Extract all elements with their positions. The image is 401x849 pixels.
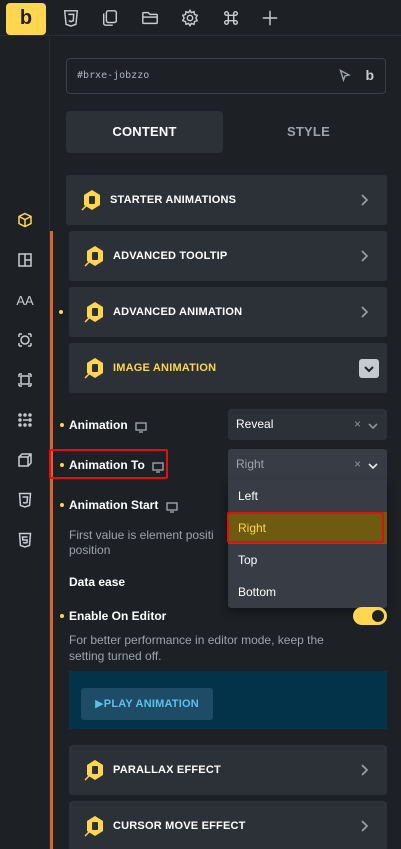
modified-indicator (60, 503, 64, 507)
element-id-field[interactable]: #brxe-jobzzo b (66, 58, 386, 94)
chevron-right-icon (357, 249, 371, 263)
section-accent-line (50, 231, 53, 849)
modified-indicator (59, 310, 63, 314)
section-starter-animations[interactable]: STARTER ANIMATIONS (66, 175, 387, 225)
option-left[interactable]: Left (228, 480, 387, 512)
animation-label: Animation (69, 418, 128, 432)
animation-start-description: First value is element positi (69, 528, 214, 542)
cube-icon[interactable] (15, 450, 35, 470)
enable-on-editor-label: Enable On Editor (69, 609, 167, 623)
section-cursor-move-effect[interactable]: CURSOR MOVE EFFECT (69, 801, 387, 849)
pages-icon[interactable] (100, 8, 120, 28)
animation-to-dropdown: Left Right Top Bottom (228, 480, 387, 608)
modified-indicator (60, 423, 64, 427)
animation-start-label: Animation Start (69, 498, 159, 512)
section-parallax-effect[interactable]: PARALLAX EFFECT (69, 745, 387, 795)
chevron-down-icon[interactable] (359, 359, 379, 378)
data-ease-label: Data ease (69, 575, 126, 589)
option-bottom[interactable]: Bottom (228, 576, 387, 608)
play-animation-button[interactable]: ▶PLAY ANIMATION (81, 688, 213, 720)
folder-icon[interactable] (140, 8, 160, 28)
animation-to-value: Right (236, 457, 265, 471)
animation-value: Reveal (236, 417, 274, 431)
enable-on-editor-description-2: setting turned off. (69, 649, 162, 663)
section-label: STARTER ANIMATIONS (110, 194, 237, 206)
tab-content[interactable]: CONTENT (66, 111, 223, 153)
enable-on-editor-toggle[interactable] (353, 607, 387, 625)
typography-icon[interactable]: AA (15, 290, 35, 310)
html5-icon[interactable] (15, 530, 35, 550)
top-toolbar: b (0, 0, 401, 36)
section-label: ADVANCED ANIMATION (113, 306, 243, 318)
select-cursor-icon[interactable] (339, 69, 351, 88)
animation-select[interactable]: Reveal × (228, 409, 387, 440)
frame-icon[interactable] (15, 370, 35, 390)
toggle-knob (372, 610, 384, 622)
element-id-text: #brxe-jobzzo (77, 70, 150, 81)
plugin-rocket-icon (84, 358, 103, 379)
typography-label: AA (16, 292, 34, 308)
grid-dots-icon[interactable] (15, 410, 35, 430)
section-label: ADVANCED TOOLTIP (113, 250, 228, 262)
plugin-rocket-icon (84, 302, 103, 323)
section-label: IMAGE ANIMATION (113, 362, 217, 374)
css3-icon[interactable] (15, 490, 35, 510)
plugin-rocket-icon (84, 816, 103, 837)
add-icon[interactable] (260, 8, 280, 28)
tab-style[interactable]: STYLE (230, 111, 387, 153)
option-top[interactable]: Top (228, 544, 387, 576)
chevron-right-icon (357, 819, 371, 833)
section-label: PARALLAX EFFECT (113, 764, 221, 776)
plugin-rocket-icon (81, 190, 100, 211)
clear-icon[interactable]: × (354, 418, 361, 430)
chevron-right-icon (357, 305, 371, 319)
modified-indicator (60, 614, 64, 618)
css3-icon[interactable] (61, 8, 81, 28)
chevron-down-icon (367, 459, 379, 477)
highlight-box-label (49, 449, 168, 479)
logo[interactable]: b (6, 3, 46, 35)
chevron-right-icon (357, 763, 371, 777)
chevron-down-icon (367, 419, 379, 437)
settings-icon[interactable] (180, 8, 200, 28)
desktop-icon[interactable] (135, 420, 147, 433)
enable-on-editor-description: For better performance in editor mode, k… (69, 633, 324, 647)
desktop-icon[interactable] (166, 500, 178, 513)
component-icon[interactable] (15, 330, 35, 350)
left-sidebar: AA (0, 37, 50, 849)
animation-to-select[interactable]: Right × (228, 449, 387, 480)
box-icon[interactable] (15, 210, 35, 230)
section-image-animation[interactable]: IMAGE ANIMATION (69, 343, 387, 393)
builder-icon[interactable]: b (365, 67, 374, 83)
command-icon[interactable] (221, 8, 241, 28)
section-advanced-animation[interactable]: ADVANCED ANIMATION (69, 287, 387, 337)
chevron-right-icon (357, 193, 371, 207)
section-label: CURSOR MOVE EFFECT (113, 820, 246, 832)
highlight-box-option (227, 512, 384, 543)
clear-icon[interactable]: × (354, 458, 361, 470)
play-animation-panel: ▶PLAY ANIMATION (69, 671, 387, 729)
plugin-rocket-icon (84, 246, 103, 267)
plugin-rocket-icon (84, 760, 103, 781)
layout-icon[interactable] (15, 250, 35, 270)
animation-start-description-2: position (69, 543, 111, 557)
section-advanced-tooltip[interactable]: ADVANCED TOOLTIP (69, 231, 387, 281)
